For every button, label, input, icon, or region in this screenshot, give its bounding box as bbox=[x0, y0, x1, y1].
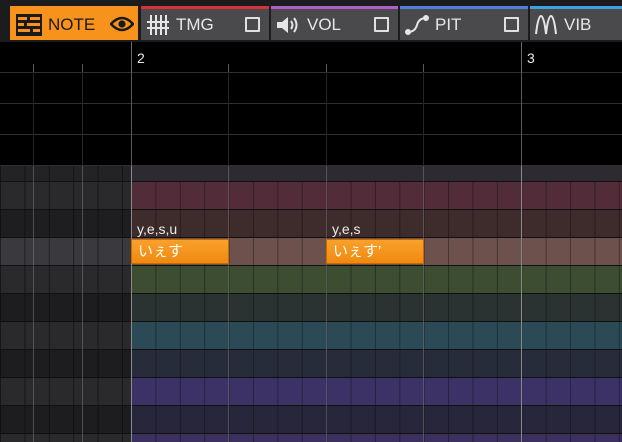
note-lyric: いぇす’ bbox=[333, 243, 382, 260]
tab-tmg-label: TMG bbox=[176, 14, 214, 34]
tab-note-label: NOTE bbox=[48, 14, 96, 34]
ruler-tick bbox=[82, 64, 83, 72]
ruler-tick bbox=[228, 64, 229, 72]
beat-line bbox=[423, 72, 424, 166]
note-phoneme-label: y,e,s,u bbox=[137, 221, 178, 237]
beat-line bbox=[33, 72, 34, 166]
ruler-tick bbox=[423, 64, 424, 72]
key-row bbox=[0, 350, 622, 378]
key-row bbox=[0, 166, 622, 182]
key-row bbox=[0, 210, 622, 238]
beat-line bbox=[326, 72, 327, 166]
ruler-tick bbox=[326, 64, 327, 72]
key-row bbox=[0, 406, 622, 434]
beat-line bbox=[82, 72, 83, 166]
note-lyric: いぇす bbox=[138, 243, 184, 260]
tool-tab-bar: NOTE TMG VOL PIT VIB bbox=[0, 0, 622, 42]
note-block[interactable]: いぇす’ bbox=[326, 239, 424, 264]
beat-line bbox=[82, 166, 83, 442]
tab-tmg[interactable]: TMG bbox=[141, 6, 269, 40]
bar-line bbox=[131, 166, 132, 442]
timeline-ruler[interactable]: 2 3 bbox=[0, 42, 622, 72]
measure-number: 3 bbox=[527, 50, 535, 66]
key-row bbox=[0, 182, 622, 210]
key-row bbox=[0, 322, 622, 350]
key-row bbox=[0, 294, 622, 322]
ruler-measure-line bbox=[131, 42, 132, 72]
ruler-tick bbox=[33, 64, 34, 72]
speaker-icon bbox=[275, 14, 301, 36]
key-row bbox=[0, 378, 622, 406]
tab-vol-label: VOL bbox=[307, 14, 342, 34]
vol-toggle-checkbox[interactable] bbox=[374, 17, 389, 32]
vibrato-icon bbox=[534, 14, 558, 36]
beat-line bbox=[423, 166, 424, 442]
bar-line bbox=[521, 72, 522, 166]
tmg-toggle-checkbox[interactable] bbox=[245, 17, 260, 32]
measure-number: 2 bbox=[137, 50, 145, 66]
ruler-measure-line bbox=[521, 42, 522, 72]
expression-area[interactable] bbox=[0, 72, 622, 166]
key-row bbox=[0, 434, 622, 442]
tab-pit[interactable]: PIT bbox=[400, 6, 528, 40]
bar-line bbox=[131, 72, 132, 166]
tab-vib-label: VIB bbox=[564, 14, 592, 34]
key-row bbox=[0, 266, 622, 294]
eye-icon[interactable] bbox=[110, 15, 134, 33]
pit-toggle-checkbox[interactable] bbox=[504, 17, 519, 32]
beat-line bbox=[33, 166, 34, 442]
pitch-curve-icon bbox=[405, 14, 429, 36]
beat-line bbox=[326, 166, 327, 442]
note-block[interactable]: いぇす bbox=[131, 239, 229, 264]
timing-icon bbox=[146, 14, 170, 36]
piano-roll[interactable]: y,e,s,u いぇす y,e,s いぇす’ bbox=[0, 166, 622, 442]
beat-line bbox=[228, 166, 229, 442]
tab-pit-label: PIT bbox=[435, 14, 462, 34]
tab-vol[interactable]: VOL bbox=[271, 6, 398, 40]
tab-vib[interactable]: VIB bbox=[530, 6, 622, 40]
beat-line bbox=[228, 72, 229, 166]
note-phoneme-label: y,e,s bbox=[332, 221, 361, 237]
piano-roll-icon bbox=[16, 13, 42, 36]
key-row bbox=[0, 238, 622, 266]
tab-note[interactable]: NOTE bbox=[10, 6, 138, 40]
bar-line bbox=[521, 166, 522, 442]
